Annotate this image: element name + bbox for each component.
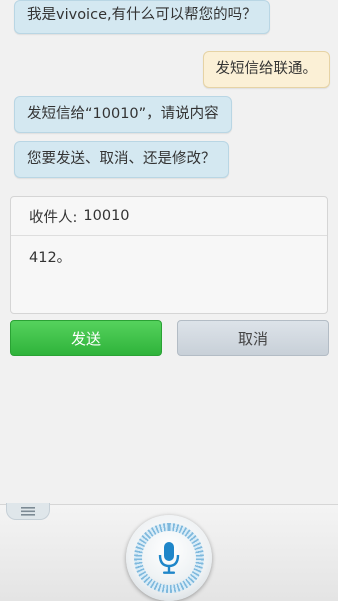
message-text: 发短信给联通。 (215, 61, 318, 77)
sms-preview-card: 收件人: 10010 412。 (10, 196, 328, 314)
cancel-button[interactable]: 取消 (177, 320, 329, 356)
voice-bottom-bar (0, 503, 338, 601)
send-button[interactable]: 发送 (10, 320, 162, 356)
assistant-message: 发短信给“10010”，请说内容 (14, 96, 232, 133)
assistant-message: 您要发送、取消、还是修改？ (14, 141, 229, 178)
mic-inner (142, 531, 196, 585)
recipient-number[interactable]: 10010 (83, 208, 129, 224)
microphone-button[interactable] (126, 515, 212, 601)
assistant-message: 我是vivoice,有什么可以帮您的吗？ (14, 0, 270, 34)
sms-content[interactable]: 412。 (11, 236, 327, 267)
microphone-icon (158, 542, 180, 574)
menu-tab[interactable] (6, 503, 50, 520)
recipient-row: 收件人: 10010 (11, 197, 327, 236)
message-text: 我是vivoice,有什么可以帮您的吗？ (27, 7, 257, 23)
mic-ring (134, 523, 204, 593)
menu-lines-icon (21, 506, 35, 516)
recipient-label: 收件人: (29, 209, 78, 226)
message-text: 发短信给“10010”，请说内容 (27, 106, 219, 122)
message-text: 您要发送、取消、还是修改？ (27, 151, 216, 167)
user-message: 发短信给联通。 (202, 51, 330, 88)
